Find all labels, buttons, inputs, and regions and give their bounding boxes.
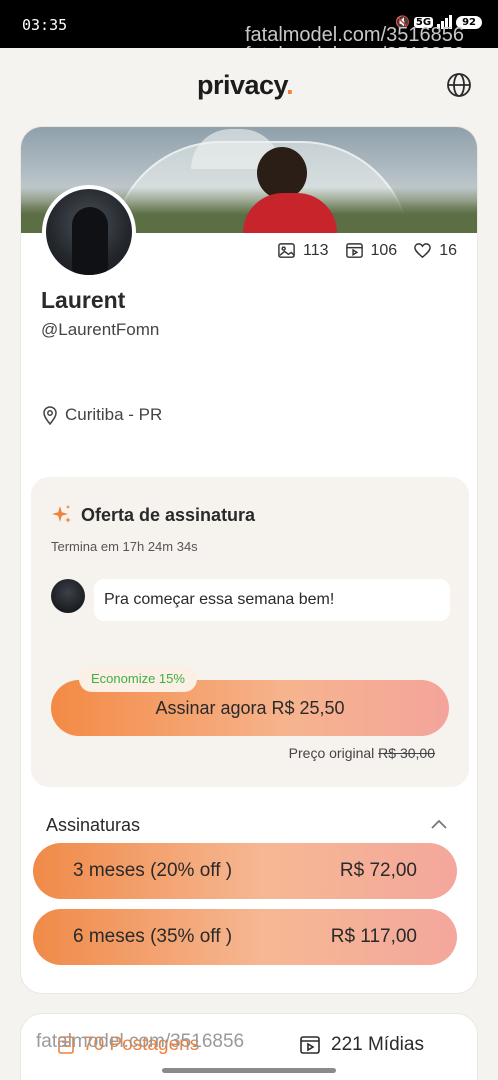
plan-label: 6 meses (35% off ) — [73, 926, 233, 947]
profile-handle: @LaurentFomn — [41, 320, 160, 339]
video-icon — [345, 243, 363, 258]
heart-icon — [414, 243, 432, 259]
location-pin-icon — [43, 406, 57, 425]
chevron-up-icon[interactable] — [429, 817, 449, 831]
video-count: 106 — [345, 241, 397, 260]
profile-location: Curitiba - PR — [41, 405, 162, 425]
app-header: privacy. — [0, 48, 498, 126]
subscription-offer: Oferta de assinatura Termina em 17h 24m … — [31, 477, 469, 787]
home-indicator[interactable] — [162, 1068, 336, 1073]
profile-name: Laurent — [41, 287, 126, 313]
watermark: fatalmodel.com/3516856 — [36, 1031, 245, 1052]
status-time: 03:35 — [22, 16, 68, 34]
video-icon — [300, 1036, 320, 1054]
subscriptions-title: Assinaturas — [46, 815, 141, 835]
like-count: 16 — [413, 241, 457, 260]
avatar — [51, 579, 85, 613]
plan-price: R$ 72,00 — [339, 860, 417, 881]
tab-media[interactable]: 221 Mídias — [299, 1034, 424, 1056]
image-count: 113 — [277, 241, 329, 260]
profile-card: 113 106 16 Laurent @LaurentFomn Curitiba… — [20, 126, 478, 994]
plan-price: R$ 117,00 — [330, 926, 417, 947]
avatar[interactable] — [42, 185, 136, 279]
plan-label: 3 meses (20% off ) — [73, 860, 233, 881]
profile-stats: 113 106 16 — [277, 241, 457, 260]
original-price: Preço original R$ 30,00 — [288, 745, 435, 761]
image-icon — [278, 243, 295, 258]
offer-countdown: Termina em 17h 24m 34s — [51, 539, 198, 554]
privacy-logo[interactable]: privacy. — [197, 70, 294, 101]
offer-message: Pra começar essa semana bem! — [94, 579, 450, 621]
sparkle-icon — [52, 505, 71, 523]
offer-title: Oferta de assinatura — [51, 504, 255, 526]
plan-6-months-button[interactable]: 6 meses (35% off ) R$ 117,00 — [33, 909, 457, 965]
globe-icon[interactable] — [446, 72, 472, 98]
plan-3-months-button[interactable]: 3 meses (20% off ) R$ 72,00 — [33, 843, 457, 899]
save-badge: Economize 15% — [79, 666, 197, 692]
